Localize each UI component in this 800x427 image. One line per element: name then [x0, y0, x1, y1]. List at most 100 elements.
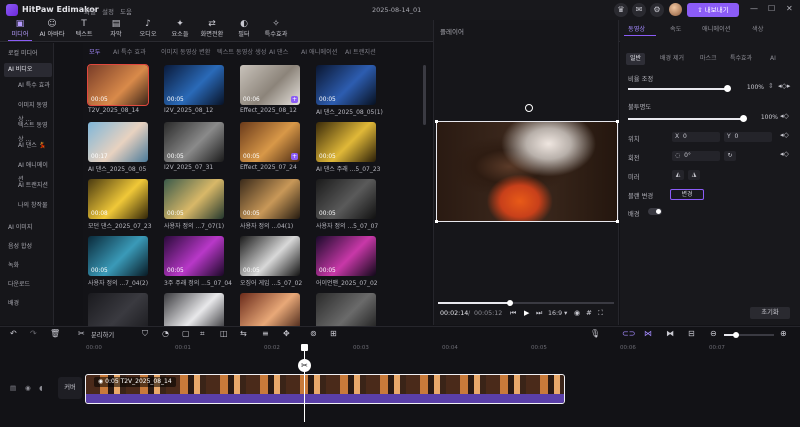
magnet-icon[interactable]: ⋈: [644, 329, 652, 338]
resize-handle[interactable]: [616, 120, 619, 123]
add-icon[interactable]: +: [291, 153, 298, 160]
sidebar-item[interactable]: AI 비디오: [4, 63, 52, 77]
media-thumbnail[interactable]: 00:08: [88, 179, 148, 219]
track-audio-icon[interactable]: ◖: [39, 384, 42, 392]
stepper-icon[interactable]: ⇕: [768, 82, 774, 90]
tool-subtitle[interactable]: ▤ 자막: [100, 19, 132, 41]
cover-button[interactable]: 커버: [58, 377, 82, 399]
menu-help[interactable]: 도움: [120, 6, 132, 16]
grid-icon[interactable]: #: [586, 309, 592, 317]
avatar[interactable]: [669, 3, 682, 16]
property-tab[interactable]: 동영상: [628, 24, 645, 33]
sidebar-item[interactable]: 로컬 미디어: [4, 47, 52, 61]
undo-icon[interactable]: ↶: [10, 329, 17, 338]
property-subtab[interactable]: 일반: [626, 53, 646, 65]
media-thumbnail[interactable]: 00:05: [88, 236, 148, 276]
rotation-input[interactable]: ◌ 0°: [672, 151, 720, 161]
position-x-input[interactable]: X 0: [672, 132, 720, 142]
media-thumbnail[interactable]: 00:05: [164, 179, 224, 219]
tool-effect[interactable]: ✧ 특수효과: [260, 19, 292, 41]
link-icon[interactable]: ⊂⊃: [622, 329, 635, 338]
scale-value[interactable]: 100%: [732, 83, 764, 93]
sidebar-item[interactable]: 이미지 동영상 ...: [12, 99, 52, 123]
zoom-slider[interactable]: [724, 332, 774, 338]
tool-filter[interactable]: ◐ 필터: [228, 19, 260, 41]
resize-handle[interactable]: [435, 120, 438, 123]
move-icon[interactable]: ✥: [283, 329, 290, 338]
zoom-slider-knob[interactable]: [733, 332, 739, 338]
sidebar-item[interactable]: 음성 합성: [4, 240, 52, 254]
media-tab[interactable]: AI 댄스: [269, 47, 288, 56]
tool-audio[interactable]: ♪ 오디오: [132, 19, 164, 41]
export-button[interactable]: ⇪ 내보내기: [687, 3, 739, 17]
sidebar-item[interactable]: AI 트랜지션: [12, 179, 52, 193]
media-thumbnail[interactable]: 00:06 +: [240, 65, 300, 105]
fit-icon[interactable]: ⊟: [688, 329, 695, 338]
reverse-icon[interactable]: ⇆: [240, 329, 247, 338]
menu-settings[interactable]: 설정: [102, 6, 114, 16]
property-tab[interactable]: 속도: [670, 24, 681, 33]
menu-file[interactable]: 파일: [84, 6, 96, 16]
sidebar-item[interactable]: 텍스트 동영상 ...: [12, 119, 52, 143]
keyframe-icon[interactable]: ◂◇: [780, 112, 789, 120]
mask-icon[interactable]: ◫: [220, 329, 228, 338]
media-thumbnail[interactable]: 00:05: [87, 64, 149, 106]
export-clip-icon[interactable]: ⊞: [330, 329, 337, 338]
gift-icon[interactable]: ✉: [632, 3, 646, 17]
rotate-icon[interactable]: ↻: [724, 151, 736, 161]
tool-transition[interactable]: ⇄ 화면전환: [196, 19, 228, 41]
ai-icon[interactable]: ⊚: [310, 329, 317, 338]
position-y-input[interactable]: Y 0: [724, 132, 772, 142]
property-tab[interactable]: 애니메이션: [702, 24, 730, 33]
zoom-in-icon[interactable]: ⊕: [780, 329, 787, 338]
reset-button[interactable]: 초기화: [750, 307, 790, 319]
freeze-icon[interactable]: ▢: [182, 329, 190, 338]
resize-handle[interactable]: [435, 220, 438, 223]
keyframe-icon[interactable]: ◂◇: [780, 131, 789, 139]
media-thumbnail[interactable]: 00:05: [240, 236, 300, 276]
video-clip[interactable]: ◉ 0:05 T2V_2025_08_14: [85, 374, 565, 404]
media-tab[interactable]: 텍스트 동영상 생성: [217, 47, 266, 56]
sidebar-item[interactable]: 나의 창작물: [12, 199, 52, 213]
playhead-handle[interactable]: [301, 344, 308, 351]
opacity-slider[interactable]: [628, 118, 744, 120]
tool-element[interactable]: ✦ 요소들: [164, 19, 196, 41]
player-progress-knob[interactable]: [507, 300, 514, 306]
gear-icon[interactable]: ⚙: [650, 3, 664, 17]
media-thumbnail[interactable]: 00:05: [164, 236, 224, 276]
property-subtab[interactable]: 특수효과: [726, 53, 756, 65]
scale-slider[interactable]: [628, 88, 728, 90]
sidebar-item[interactable]: AI 이미지: [4, 221, 52, 235]
media-thumbnail[interactable]: 00:05: [316, 65, 376, 105]
property-subtab[interactable]: 배경 제거: [656, 53, 688, 65]
microphone-icon[interactable]: 🎙: [590, 329, 600, 338]
media-tab[interactable]: 모두: [89, 47, 100, 56]
property-tab[interactable]: 색상: [752, 24, 763, 33]
opacity-value[interactable]: 100%: [748, 113, 778, 123]
fullscreen-icon[interactable]: ⛶: [598, 309, 603, 318]
media-tab[interactable]: 이미지 동영상 변환: [161, 47, 210, 56]
trash-icon[interactable]: 🗑: [50, 329, 60, 338]
media-thumbnail[interactable]: 00:05: [316, 236, 376, 276]
close-icon[interactable]: ✕: [786, 4, 793, 13]
split-label[interactable]: 분리하기: [91, 330, 114, 339]
sidebar-item[interactable]: AI 애니메이션: [12, 159, 52, 183]
background-toggle[interactable]: [648, 208, 662, 215]
add-icon[interactable]: +: [291, 96, 298, 103]
sidebar-item[interactable]: AI 특수 효과: [12, 79, 52, 93]
maximize-icon[interactable]: ☐: [768, 4, 775, 13]
crown-icon[interactable]: ♛: [614, 3, 628, 17]
speed-icon[interactable]: ◔: [162, 329, 169, 338]
tool-text[interactable]: T 텍스트: [68, 19, 100, 41]
redo-icon[interactable]: ↷: [30, 329, 37, 338]
sidebar-item[interactable]: 녹화: [4, 259, 52, 273]
track-visibility-icon[interactable]: ◉: [25, 384, 31, 392]
camera-icon[interactable]: ◉: [574, 309, 580, 317]
media-tab[interactable]: AI 애니메이션: [301, 47, 338, 56]
media-scrollbar[interactable]: [423, 65, 426, 125]
resize-handle[interactable]: [616, 220, 619, 223]
scale-slider-knob[interactable]: [724, 85, 731, 92]
player-progress-track[interactable]: [438, 300, 614, 306]
media-thumbnail[interactable]: 00:05: [316, 179, 376, 219]
sidebar-item[interactable]: 배경: [4, 297, 52, 311]
